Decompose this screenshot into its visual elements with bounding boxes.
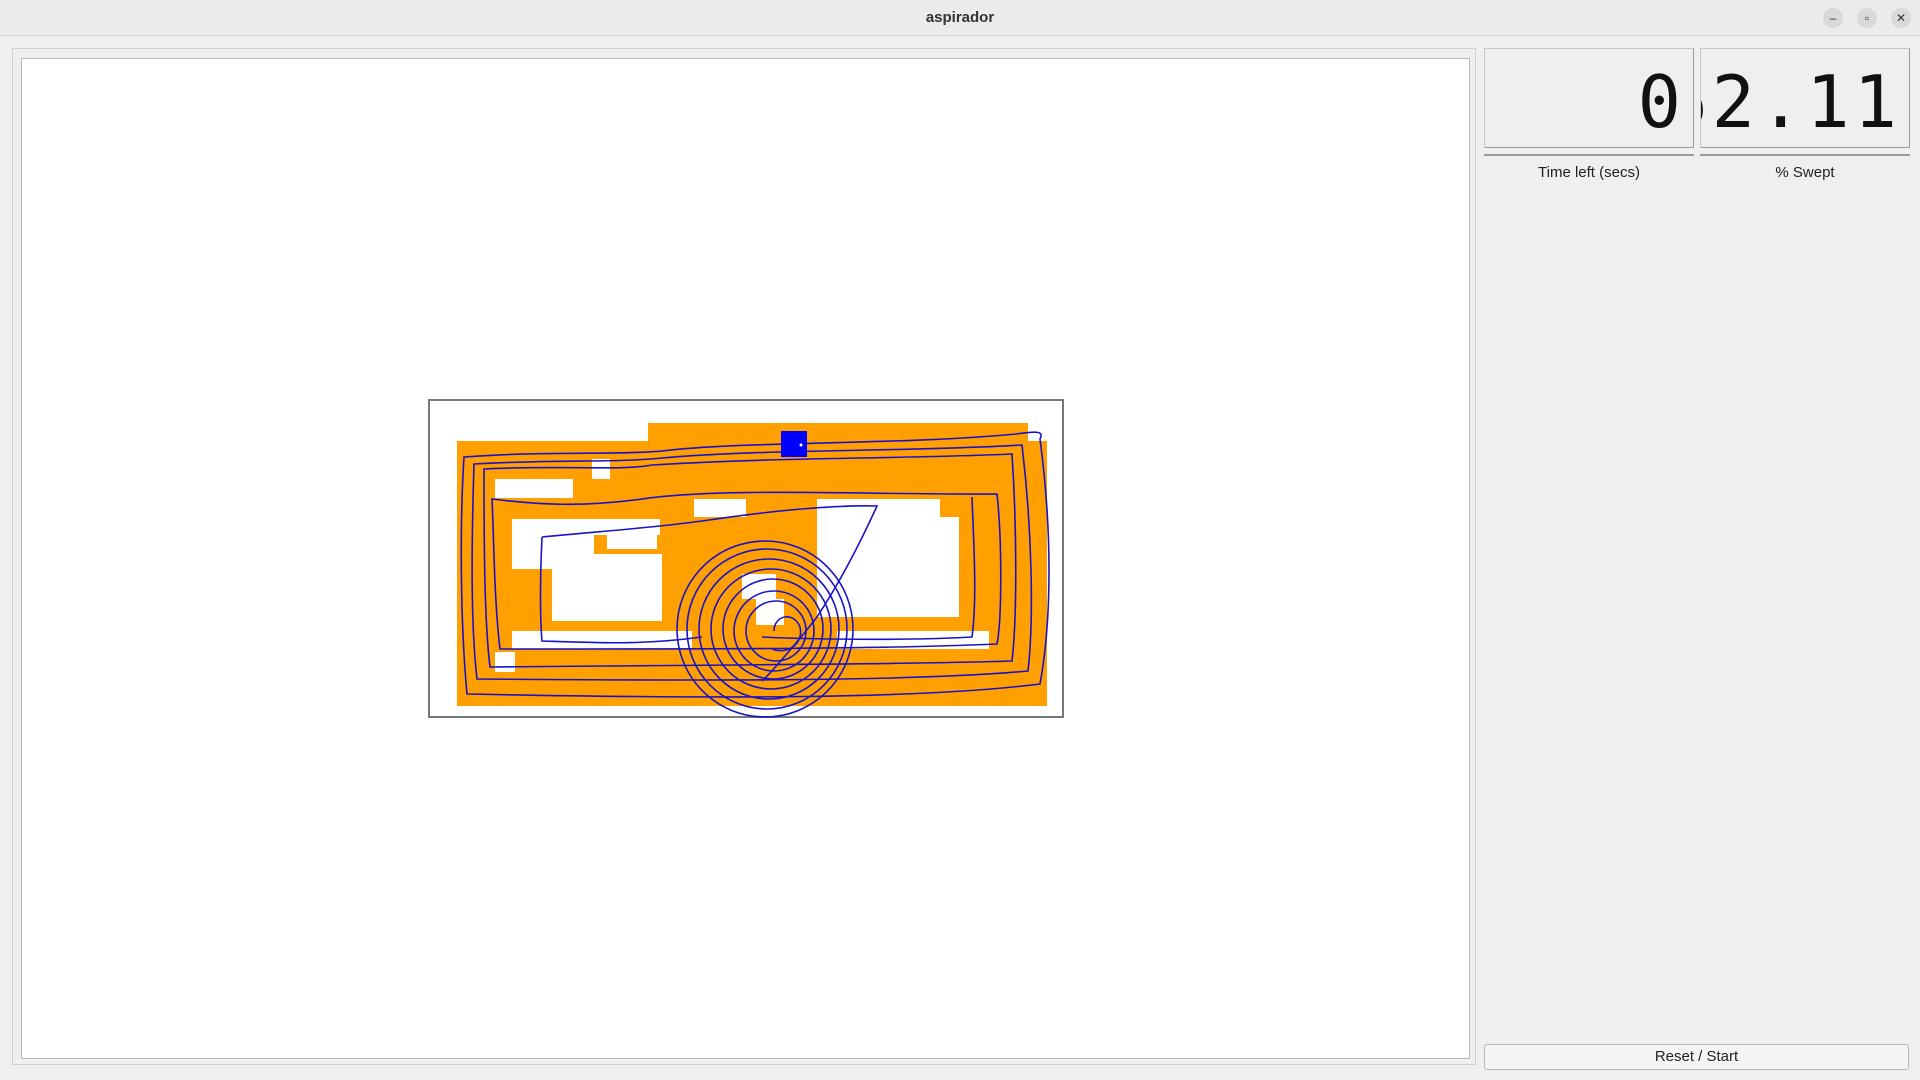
control-panel: 0 Time left (secs) 62.11 % Swept Reset /…: [1480, 48, 1912, 1072]
simulation-canvas[interactable]: [21, 58, 1470, 1059]
maximize-icon[interactable]: ▫: [1857, 8, 1877, 28]
robot-cleaner: [781, 431, 807, 457]
close-icon[interactable]: ✕: [1891, 8, 1911, 28]
time-left-divider: [1484, 154, 1694, 156]
percent-swept-digits: 62.11: [1701, 60, 1901, 144]
percent-swept-display: 62.11: [1700, 48, 1910, 148]
room-map: [428, 399, 1064, 718]
window-titlebar: aspirador – ▫ ✕: [0, 0, 1920, 36]
robot-direction-dot: [799, 443, 803, 447]
svg-text:0: 0: [1638, 60, 1681, 144]
percent-swept-divider: [1700, 154, 1910, 156]
time-left-display: 0: [1484, 48, 1694, 148]
window-title: aspirador: [925, 9, 995, 26]
time-left-digits: 0: [1638, 60, 1681, 144]
reset-start-button[interactable]: Reset / Start: [1484, 1044, 1909, 1070]
time-left-label: Time left (secs): [1538, 164, 1640, 181]
minimize-icon[interactable]: –: [1823, 8, 1843, 28]
svg-text:62.11: 62.11: [1701, 60, 1901, 144]
percent-swept-label: % Swept: [1775, 164, 1835, 181]
